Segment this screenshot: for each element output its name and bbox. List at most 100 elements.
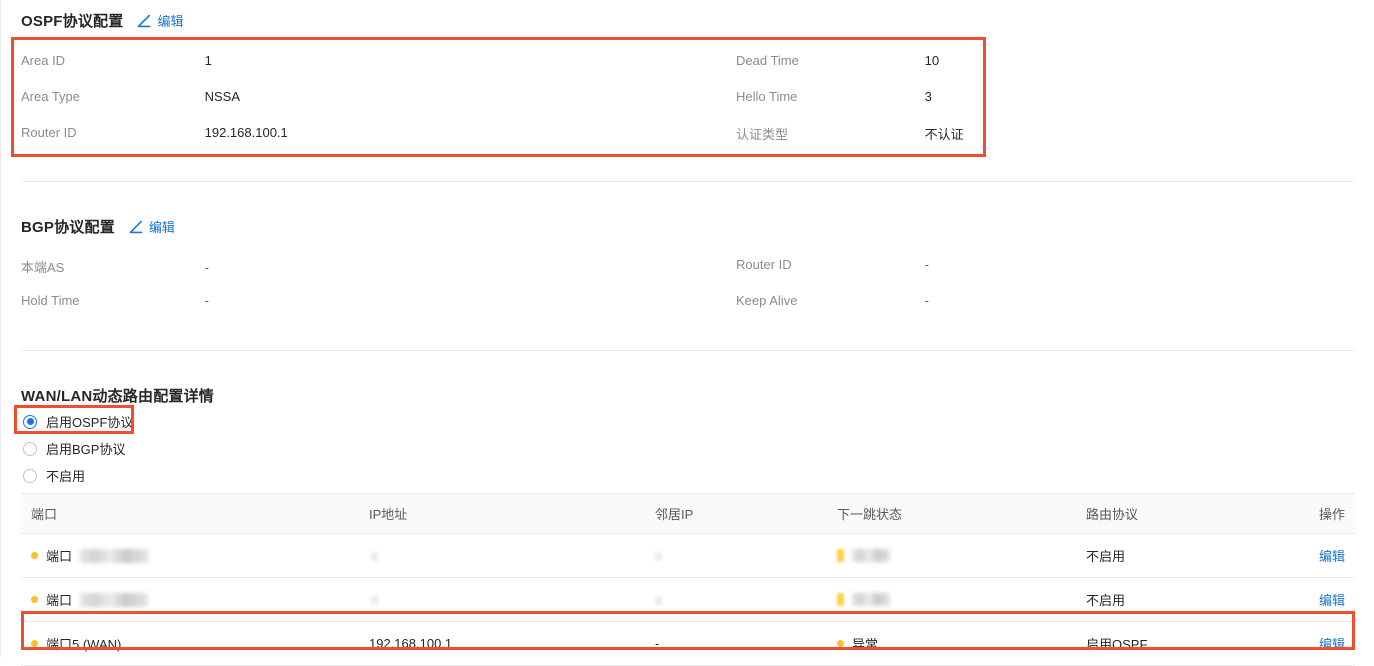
bgp-section-header: BGP协议配置 编辑	[21, 216, 175, 237]
routing-config-page: OSPF协议配置 编辑 Area ID 1 Area Type NSSA Rou…	[0, 0, 1374, 666]
cell-neighbor-ip: -	[645, 621, 827, 666]
ospf-section-title: OSPF协议配置	[21, 13, 124, 30]
ospf-field-router-id: Router ID 192.168.100.1	[21, 125, 288, 140]
redacted-value	[371, 596, 378, 606]
row-edit-button[interactable]: 编辑	[1319, 637, 1345, 652]
column-header-ip: IP地址	[359, 493, 645, 534]
bgp-section-title: BGP协议配置	[21, 219, 115, 236]
radio-indicator	[23, 441, 37, 456]
radio-enable-ospf[interactable]: 启用OSPF协议	[23, 412, 133, 431]
field-label: Hold Time	[21, 293, 80, 308]
cell-ip: 192.168.100.1	[359, 621, 645, 666]
field-value: -	[924, 293, 929, 308]
column-header-neighbor-ip: 邻居IP	[645, 493, 827, 534]
field-value: 1	[204, 53, 212, 68]
cell-port: 端口5 (WAN)	[21, 621, 359, 666]
redacted-value	[80, 548, 149, 563]
field-label: Dead Time	[736, 53, 799, 68]
cell-next-hop	[827, 577, 1076, 622]
ospf-field-auth-type: 认证类型 不认证	[736, 124, 964, 143]
bgp-edit-label: 编辑	[148, 220, 175, 235]
column-header-next-hop: 下一跳状态	[827, 493, 1076, 534]
cell-neighbor-ip	[645, 533, 827, 578]
field-label: Hello Time	[736, 89, 798, 104]
column-header-protocol: 路由协议	[1076, 493, 1306, 534]
redacted-value	[852, 593, 890, 606]
radio-indicator	[23, 414, 37, 429]
ospf-field-area-type: Area Type NSSA	[21, 89, 240, 104]
cell-port: 端口	[21, 577, 359, 622]
table-row: 端口 不启用 编辑	[21, 533, 1355, 578]
bgp-edit-button[interactable]: 编辑	[129, 217, 175, 236]
bgp-field-hold-time: Hold Time -	[21, 293, 209, 308]
field-value: 不认证	[924, 127, 964, 142]
ospf-field-area-id: Area ID 1	[21, 53, 212, 68]
port-label: 端口	[46, 549, 73, 564]
section-divider-2	[21, 350, 1355, 351]
ospf-section-header: OSPF协议配置 编辑	[21, 10, 183, 31]
redacted-value	[655, 552, 662, 562]
cell-action: 编辑	[1306, 621, 1355, 666]
status-dot-icon	[31, 596, 38, 603]
cell-ip	[359, 577, 645, 622]
radio-disable[interactable]: 不启用	[23, 466, 85, 485]
field-value: -	[204, 293, 209, 308]
cell-protocol: 不启用	[1076, 533, 1306, 578]
row-edit-button[interactable]: 编辑	[1319, 549, 1345, 564]
field-value: 192.168.100.1	[204, 125, 288, 140]
table-row: 端口 不启用 编辑	[21, 577, 1355, 622]
cell-ip	[359, 533, 645, 578]
field-label: Router ID	[736, 257, 792, 272]
ospf-field-dead-time: Dead Time 10	[736, 53, 939, 68]
field-label: Router ID	[21, 125, 77, 140]
radio-label: 启用BGP协议	[46, 442, 126, 457]
dynamic-routing-section-header: WAN/LAN动态路由配置详情	[21, 385, 214, 406]
cell-port: 端口	[21, 533, 359, 578]
ospf-field-hello-time: Hello Time 3	[736, 89, 932, 104]
column-header-port: 端口	[21, 493, 359, 534]
cell-protocol: 启用OSPF	[1076, 621, 1306, 666]
redacted-value	[80, 592, 149, 607]
next-hop-label: 异常	[852, 637, 879, 652]
field-label: Area Type	[21, 89, 81, 104]
port-label: 端口	[46, 593, 73, 608]
cell-action: 编辑	[1306, 533, 1355, 578]
cell-next-hop	[827, 533, 1076, 578]
table-header-row: 端口 IP地址 邻居IP 下一跳状态 路由协议 操作	[21, 493, 1355, 534]
status-dot-icon	[837, 549, 844, 562]
field-label: 认证类型	[736, 127, 789, 142]
field-value: 3	[924, 89, 932, 104]
field-value: NSSA	[204, 89, 241, 104]
cell-next-hop: 异常	[827, 621, 1076, 666]
row-edit-button[interactable]: 编辑	[1319, 593, 1345, 608]
radio-indicator	[23, 468, 37, 483]
radio-label: 启用OSPF协议	[46, 415, 134, 430]
field-value: -	[924, 257, 929, 272]
status-dot-icon	[31, 640, 38, 647]
status-dot-icon	[31, 552, 38, 559]
ospf-edit-label: 编辑	[157, 14, 184, 29]
cell-neighbor-ip	[645, 577, 827, 622]
pencil-icon	[137, 14, 151, 28]
bgp-field-keep-alive: Keep Alive -	[736, 293, 929, 308]
section-divider-1	[21, 181, 1355, 182]
radio-enable-bgp[interactable]: 启用BGP协议	[23, 439, 125, 458]
bgp-field-router-id: Router ID -	[736, 257, 929, 272]
status-dot-icon	[837, 593, 844, 606]
field-label: Keep Alive	[736, 293, 798, 308]
status-dot-icon	[837, 640, 844, 647]
pencil-icon	[129, 220, 143, 234]
cell-action: 编辑	[1306, 577, 1355, 622]
bgp-field-local-as: 本端AS -	[21, 257, 209, 276]
column-header-action: 操作	[1306, 493, 1355, 534]
redacted-value	[371, 552, 378, 562]
dynamic-routing-title: WAN/LAN动态路由配置详情	[21, 388, 214, 405]
field-label: 本端AS	[21, 260, 65, 275]
port-label: 端口5 (WAN)	[46, 637, 122, 652]
redacted-value	[655, 596, 662, 606]
field-label: Area ID	[21, 53, 66, 68]
field-value: -	[204, 260, 209, 275]
radio-label: 不启用	[46, 469, 86, 484]
cell-protocol: 不启用	[1076, 577, 1306, 622]
ospf-edit-button[interactable]: 编辑	[137, 11, 183, 30]
